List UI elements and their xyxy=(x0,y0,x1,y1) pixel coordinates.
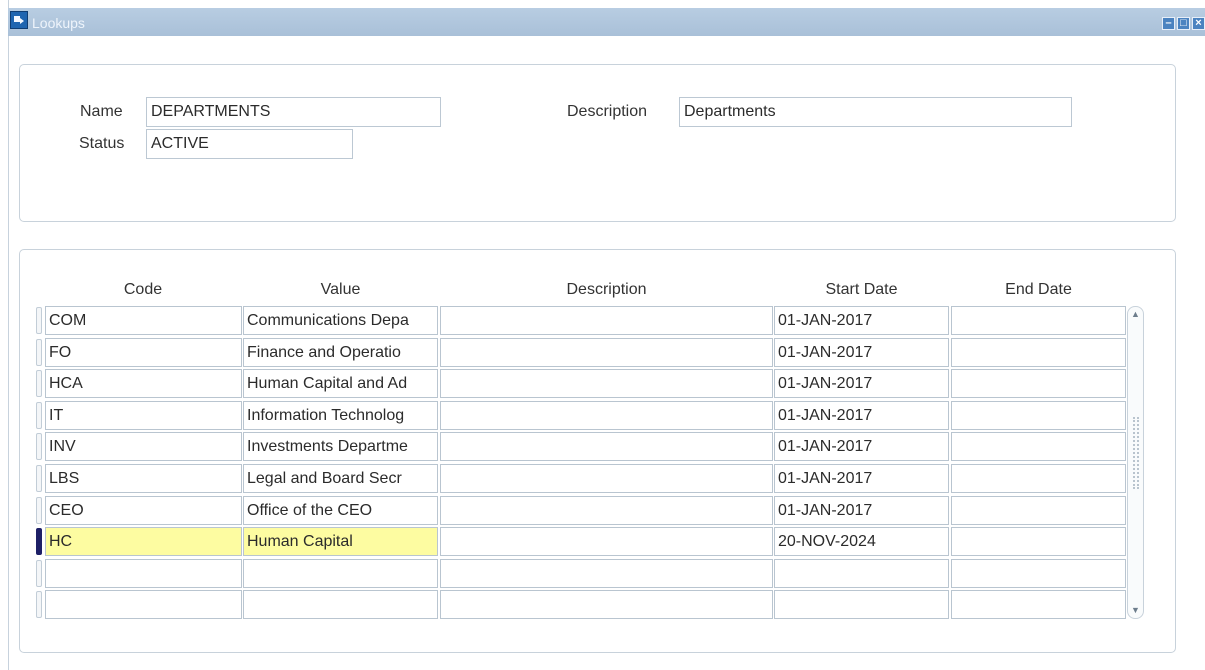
value-cell[interactable]: Human Capital and Ad xyxy=(243,369,438,398)
end-date-cell[interactable] xyxy=(951,464,1126,493)
scroll-down-icon[interactable]: ▼ xyxy=(1131,606,1140,615)
column-header-code: Code xyxy=(123,281,163,298)
value-cell[interactable]: Office of the CEO xyxy=(243,496,438,525)
row-indicator[interactable] xyxy=(36,307,42,334)
value-cell[interactable] xyxy=(243,590,438,619)
lookups-window: Lookups – □ × Name DEPARTMENTS Status AC… xyxy=(0,0,1205,670)
description-field[interactable]: Departments xyxy=(679,97,1072,127)
code-cell[interactable]: INV xyxy=(45,432,242,461)
name-field[interactable]: DEPARTMENTS xyxy=(146,97,441,127)
minimize-icon[interactable]: – xyxy=(1162,17,1175,30)
description-cell[interactable] xyxy=(440,464,773,493)
description-cell[interactable] xyxy=(440,527,773,556)
description-label: Description xyxy=(567,103,648,120)
row-indicator[interactable] xyxy=(36,560,42,587)
start-date-cell[interactable]: 01-JAN-2017 xyxy=(774,464,949,493)
code-cell[interactable]: HCA xyxy=(45,369,242,398)
scroll-thumb-grip[interactable] xyxy=(1133,417,1139,489)
end-date-cell[interactable] xyxy=(951,401,1126,430)
end-date-cell[interactable] xyxy=(951,559,1126,588)
title-bar[interactable]: Lookups – □ × xyxy=(8,8,1205,36)
name-label: Name xyxy=(80,103,123,120)
row-indicator[interactable] xyxy=(36,528,42,555)
close-icon[interactable]: × xyxy=(1192,17,1205,30)
value-cell[interactable]: Finance and Operatio xyxy=(243,338,438,367)
description-cell[interactable] xyxy=(440,338,773,367)
vertical-scrollbar[interactable]: ▲ ▼ xyxy=(1127,306,1144,619)
end-date-cell[interactable] xyxy=(951,496,1126,525)
column-header-description: Description xyxy=(566,281,647,298)
row-indicator[interactable] xyxy=(36,497,42,524)
value-cell[interactable]: Legal and Board Secr xyxy=(243,464,438,493)
start-date-cell[interactable]: 01-JAN-2017 xyxy=(774,432,949,461)
start-date-cell[interactable]: 01-JAN-2017 xyxy=(774,369,949,398)
description-cell[interactable] xyxy=(440,401,773,430)
end-date-cell[interactable] xyxy=(951,306,1126,335)
row-indicator[interactable] xyxy=(36,402,42,429)
value-cell[interactable]: Communications Depa xyxy=(243,306,438,335)
description-cell[interactable] xyxy=(440,306,773,335)
code-cell[interactable] xyxy=(45,559,242,588)
column-header-end-date: End Date xyxy=(1005,281,1072,298)
maximize-icon[interactable]: □ xyxy=(1177,17,1190,30)
window-title: Lookups xyxy=(32,15,85,31)
code-cell[interactable]: HC xyxy=(45,527,242,556)
start-date-cell[interactable]: 01-JAN-2017 xyxy=(774,401,949,430)
end-date-cell[interactable] xyxy=(951,338,1126,367)
end-date-cell[interactable] xyxy=(951,369,1126,398)
status-field[interactable]: ACTIVE xyxy=(146,129,353,159)
value-cell[interactable]: Human Capital xyxy=(243,527,438,556)
start-date-cell[interactable]: 01-JAN-2017 xyxy=(774,306,949,335)
value-cell[interactable] xyxy=(243,559,438,588)
code-cell[interactable]: IT xyxy=(45,401,242,430)
description-cell[interactable] xyxy=(440,432,773,461)
start-date-cell[interactable]: 01-JAN-2017 xyxy=(774,496,949,525)
code-cell[interactable]: CEO xyxy=(45,496,242,525)
end-date-cell[interactable] xyxy=(951,432,1126,461)
window-controls: – □ × xyxy=(1162,17,1205,33)
description-cell[interactable] xyxy=(440,369,773,398)
row-indicator[interactable] xyxy=(36,591,42,618)
start-date-cell[interactable] xyxy=(774,559,949,588)
start-date-cell[interactable] xyxy=(774,590,949,619)
code-cell[interactable]: FO xyxy=(45,338,242,367)
column-header-start-date: Start Date xyxy=(825,281,898,298)
code-cell[interactable]: LBS xyxy=(45,464,242,493)
value-cell[interactable]: Information Technolog xyxy=(243,401,438,430)
start-date-cell[interactable]: 20-NOV-2024 xyxy=(774,527,949,556)
status-label: Status xyxy=(79,135,125,152)
description-cell[interactable] xyxy=(440,559,773,588)
description-cell[interactable] xyxy=(440,590,773,619)
value-cell[interactable]: Investments Departme xyxy=(243,432,438,461)
description-cell[interactable] xyxy=(440,496,773,525)
start-date-cell[interactable]: 01-JAN-2017 xyxy=(774,338,949,367)
row-indicator[interactable] xyxy=(36,465,42,492)
code-cell[interactable] xyxy=(45,590,242,619)
row-indicator[interactable] xyxy=(36,339,42,366)
column-header-value: Value xyxy=(320,281,361,298)
row-indicator[interactable] xyxy=(36,370,42,397)
code-cell[interactable]: COM xyxy=(45,306,242,335)
end-date-cell[interactable] xyxy=(951,527,1126,556)
form-icon xyxy=(10,11,28,29)
window-left-border xyxy=(0,0,9,670)
scroll-up-icon[interactable]: ▲ xyxy=(1131,310,1140,319)
end-date-cell[interactable] xyxy=(951,590,1126,619)
row-indicator[interactable] xyxy=(36,433,42,460)
